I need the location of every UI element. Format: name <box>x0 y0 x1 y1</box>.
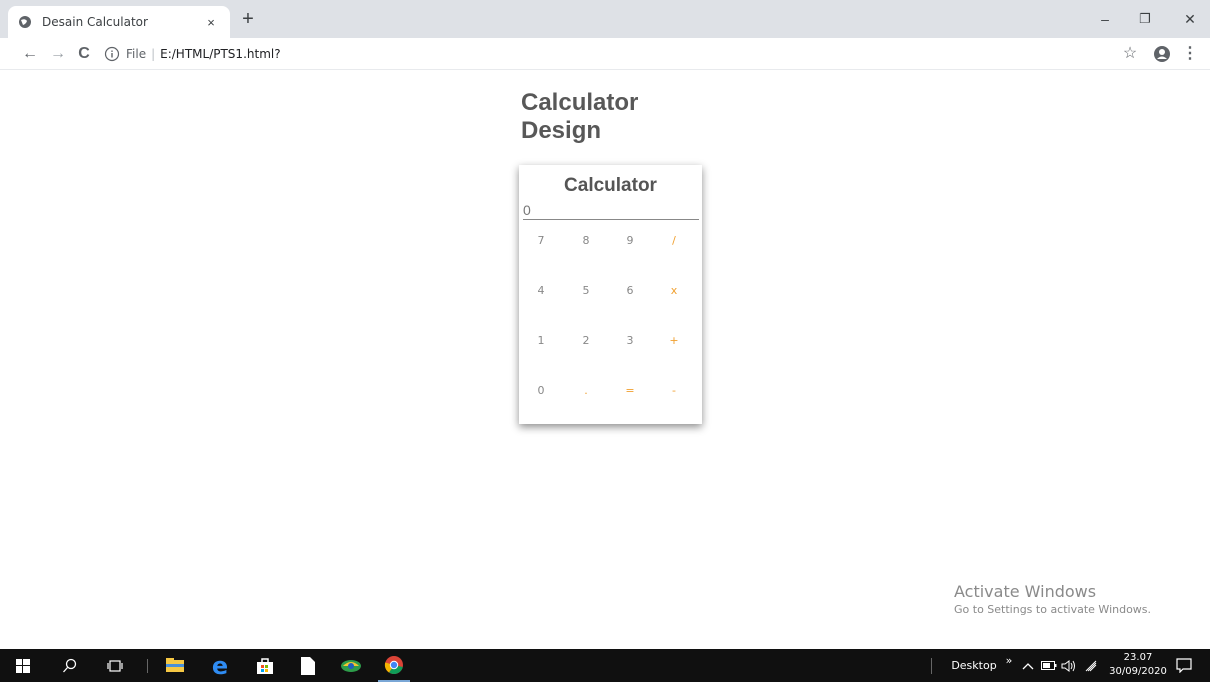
notification-center-icon[interactable] <box>1172 649 1196 682</box>
browser-tabstrip: Desain Calculator × + – ❐ ✕ <box>0 0 1210 38</box>
network-app-icon[interactable] <box>336 649 366 682</box>
store-icon[interactable] <box>250 649 280 682</box>
calculator-key-button[interactable]: 4 <box>521 271 561 311</box>
close-window-button[interactable]: ✕ <box>1170 8 1210 30</box>
taskbar-separator <box>145 649 149 682</box>
activate-windows-watermark: Activate Windows Go to Settings to activ… <box>954 582 1151 616</box>
calculator-key-button[interactable]: + <box>654 321 694 361</box>
browser-menu-icon[interactable]: ⋮ <box>1178 42 1202 66</box>
calculator-key-button[interactable]: 5 <box>566 271 606 311</box>
calculator-key-button[interactable]: x <box>654 271 694 311</box>
page-title: Calculator Design <box>521 89 721 145</box>
url-scheme: File <box>126 47 147 61</box>
clock-date: 30/09/2020 <box>1109 666 1167 677</box>
task-view-icon[interactable] <box>100 649 130 682</box>
url-path: E:/HTML/PTS1.html? <box>160 47 281 61</box>
search-icon[interactable] <box>55 649 85 682</box>
show-hidden-icons-icon[interactable] <box>1020 649 1036 682</box>
chrome-icon[interactable] <box>378 649 410 682</box>
document-icon[interactable] <box>293 649 323 682</box>
minimize-button[interactable]: – <box>1085 8 1125 30</box>
calculator-key-button[interactable]: . <box>566 371 606 411</box>
system-clock[interactable]: 23.07 30/09/2020 <box>1108 651 1168 679</box>
calculator-key-button[interactable]: 0 <box>521 371 561 411</box>
clock-time: 23.07 <box>1123 652 1153 663</box>
info-icon[interactable] <box>104 46 120 62</box>
tab-close-icon[interactable]: × <box>202 15 220 30</box>
browser-tab[interactable]: Desain Calculator × <box>8 6 230 38</box>
watermark-line2: Go to Settings to activate Windows. <box>954 603 1152 616</box>
back-button[interactable]: ← <box>18 42 42 66</box>
forward-button[interactable]: → <box>46 42 70 66</box>
watermark-line1: Activate Windows <box>954 582 1097 601</box>
browser-toolbar: ← → C File | E:/HTML/PTS1.html? ☆ ⋮ <box>0 38 1210 70</box>
calculator-title: Calculator <box>564 175 657 196</box>
file-explorer-icon[interactable] <box>160 649 190 682</box>
new-tab-button[interactable]: + <box>236 8 260 32</box>
page-title-line1: Calculator <box>521 89 639 116</box>
calculator-key-button[interactable]: 9 <box>610 221 650 261</box>
calculator-key-button[interactable]: 7 <box>521 221 561 261</box>
address-bar[interactable]: File | E:/HTML/PTS1.html? <box>104 41 1104 67</box>
wifi-icon[interactable] <box>1082 649 1100 682</box>
edge-icon[interactable]: e <box>205 649 235 682</box>
tab-title: Desain Calculator <box>42 15 148 29</box>
calculator-key-button[interactable]: 1 <box>521 321 561 361</box>
calculator-key-button[interactable]: 3 <box>610 321 650 361</box>
url-separator: | <box>151 47 156 61</box>
calculator-key-button[interactable]: 6 <box>610 271 650 311</box>
calculator-card: Calculator 789/ 456x 123+0.=- <box>519 165 702 424</box>
desktop-toolbar-label[interactable]: Desktop <box>950 649 998 682</box>
calculator-key-button[interactable]: - <box>654 371 694 411</box>
windows-logo-icon <box>16 658 30 673</box>
bookmark-star-icon[interactable]: ☆ <box>1118 42 1142 66</box>
toolbar-overflow-icon[interactable]: » <box>1002 649 1016 682</box>
page-title-line2: Design <box>521 117 602 144</box>
profile-icon[interactable] <box>1150 42 1174 66</box>
restore-button[interactable]: ❐ <box>1125 8 1165 30</box>
reload-button[interactable]: C <box>72 42 96 66</box>
page-content: Calculator Design Calculator 789/ 456x 123… <box>0 71 1210 649</box>
calculator-display[interactable] <box>523 200 699 220</box>
calculator-key-button[interactable]: / <box>654 221 694 261</box>
calculator-key-button[interactable]: = <box>610 371 650 411</box>
globe-icon <box>18 15 32 29</box>
calculator-key-button[interactable]: 8 <box>566 221 606 261</box>
calculator-key-button[interactable]: 2 <box>566 321 606 361</box>
volume-icon[interactable] <box>1060 649 1078 682</box>
tray-separator <box>930 649 932 682</box>
windows-taskbar: e Desktop » 23.07 30/09/2020 <box>0 649 1210 682</box>
battery-icon[interactable] <box>1040 649 1058 682</box>
start-button[interactable] <box>8 649 38 682</box>
